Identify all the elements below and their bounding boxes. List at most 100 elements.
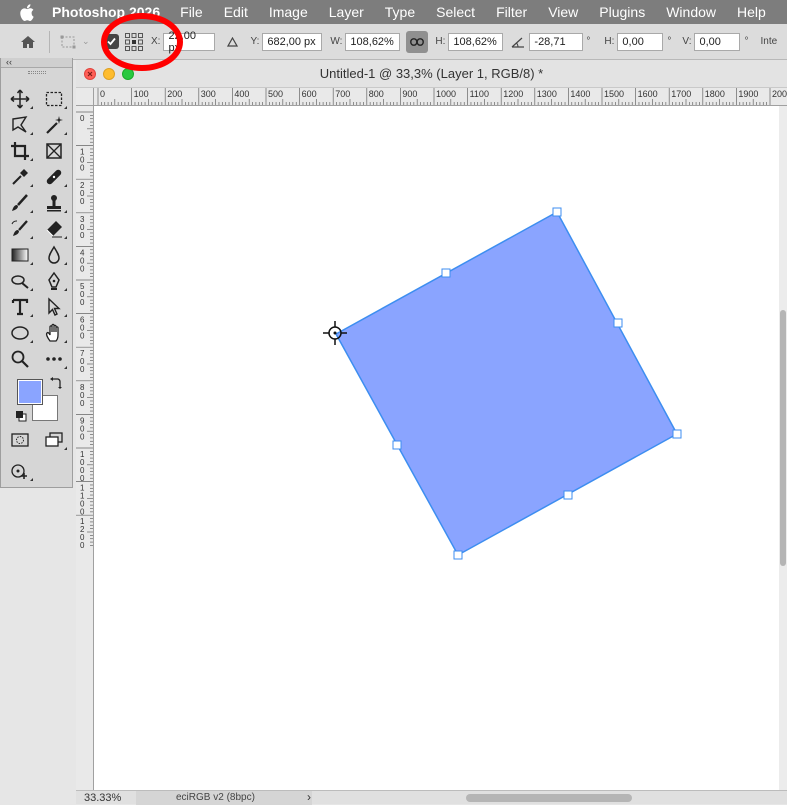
- vertical-scroll-thumb[interactable]: [780, 310, 786, 566]
- menu-help[interactable]: Help: [737, 4, 766, 20]
- chevron-right-icon[interactable]: ›: [307, 790, 311, 804]
- menu-filter[interactable]: Filter: [496, 4, 527, 20]
- horizontal-skew-input[interactable]: 0,00: [617, 32, 664, 51]
- horizontal-scroll-thumb[interactable]: [466, 794, 632, 802]
- crop-tool-icon[interactable]: [7, 139, 33, 163]
- quick-mask-icon[interactable]: [7, 428, 33, 452]
- options-bar: ⌄ X: 22,00 px Y: 682,00 px W: 108,62% H:…: [0, 24, 787, 60]
- reference-point-checkbox[interactable]: [104, 34, 119, 49]
- magic-wand-tool-icon[interactable]: [41, 113, 67, 137]
- switch-colors-icon[interactable]: [49, 376, 63, 390]
- ruler-h-label: 500: [268, 89, 283, 99]
- link-aspect-ratio-icon[interactable]: [406, 30, 429, 53]
- x-label: X:: [151, 36, 161, 47]
- handle-bottom-right-edge[interactable]: [563, 490, 573, 500]
- handle-top-right-edge[interactable]: [613, 318, 623, 328]
- frame-tool-icon[interactable]: [41, 139, 67, 163]
- height-input[interactable]: 108,62%: [448, 32, 504, 51]
- apple-menu-icon[interactable]: [16, 0, 38, 24]
- zoom-level-field[interactable]: 33.33%: [84, 791, 132, 805]
- ruler-h-label: 1100: [470, 89, 489, 99]
- eyedropper-tool-icon[interactable]: [7, 165, 33, 189]
- ruler-h-label: 1300: [537, 89, 557, 99]
- handle-bottom-corner[interactable]: [453, 550, 463, 560]
- vertical-ruler[interactable]: 0 100 200 300 400 500 600 700 800 900 100011001200: [76, 106, 94, 790]
- transformed-layer-shape[interactable]: [334, 210, 679, 557]
- ruler-h-label: 1700: [671, 89, 691, 99]
- delta-relative-icon[interactable]: [227, 36, 241, 47]
- home-icon[interactable]: [17, 31, 39, 53]
- menu-view[interactable]: View: [548, 4, 578, 20]
- document-canvas[interactable]: [94, 106, 779, 790]
- ruler-h-label: 1600: [638, 89, 658, 99]
- hand-tool-icon[interactable]: [41, 321, 67, 345]
- menu-type[interactable]: Type: [385, 4, 415, 20]
- app-name-menu[interactable]: Photoshop 2026: [52, 4, 160, 20]
- eraser-tool-icon[interactable]: [41, 217, 67, 241]
- history-brush-tool-icon[interactable]: [7, 217, 33, 241]
- brush-tool-icon[interactable]: [7, 191, 33, 215]
- rectangular-marquee-tool-icon[interactable]: [41, 87, 67, 111]
- vertical-skew-input[interactable]: 0,00: [694, 32, 741, 51]
- menu-window[interactable]: Window: [666, 4, 716, 20]
- zoom-tool-icon[interactable]: [7, 347, 33, 371]
- default-colors-icon[interactable]: [15, 409, 27, 422]
- edit-toolbar-icon[interactable]: [7, 459, 33, 483]
- color-profile-info[interactable]: eciRGB v2 (8bpc): [136, 791, 312, 805]
- more-tools-icon[interactable]: [41, 347, 67, 371]
- menu-file[interactable]: File: [180, 4, 203, 20]
- panel-grip[interactable]: [1, 68, 72, 76]
- x-position-input[interactable]: 22,00 px: [163, 30, 216, 54]
- ruler-v-label: 1000: [80, 450, 85, 483]
- skew-v-unit-label: °: [744, 36, 749, 47]
- menu-image[interactable]: Image: [269, 4, 308, 20]
- blur-tool-icon[interactable]: [41, 243, 67, 267]
- handle-bottom-left-edge[interactable]: [392, 440, 402, 450]
- document-titlebar[interactable]: Untitled-1 @ 33,3% (Layer 1, RGB/8) *: [76, 60, 787, 88]
- ruler-origin[interactable]: [76, 88, 94, 106]
- screen-mode-icon[interactable]: [41, 428, 67, 452]
- ruler-h-label: 0: [100, 89, 105, 99]
- path-selection-tool-icon[interactable]: [41, 295, 67, 319]
- foreground-color-swatch[interactable]: [17, 379, 43, 405]
- menu-select[interactable]: Select: [436, 4, 475, 20]
- ruler-v-label: 100: [80, 148, 85, 173]
- ruler-h-label: 600: [302, 89, 317, 99]
- clone-stamp-tool-icon[interactable]: [41, 191, 67, 215]
- pen-tool-icon[interactable]: [41, 269, 67, 293]
- reference-point-locator-icon[interactable]: [124, 32, 144, 52]
- menu-edit[interactable]: Edit: [224, 4, 248, 20]
- skew-h-label: H:: [604, 36, 615, 47]
- ruler-h-label: 1200: [503, 89, 523, 99]
- menu-plugins[interactable]: Plugins: [599, 4, 645, 20]
- angle-unit-label: °: [586, 36, 591, 47]
- ruler-v-label: 200: [80, 181, 85, 206]
- ruler-h-label: 1000: [436, 89, 456, 99]
- ruler-h-label: 700: [335, 89, 350, 99]
- spot-healing-brush-tool-icon[interactable]: [41, 165, 67, 189]
- gradient-tool-icon[interactable]: [7, 243, 33, 267]
- y-position-input[interactable]: 682,00 px: [262, 32, 323, 51]
- chevron-down-icon[interactable]: ⌄: [82, 36, 90, 47]
- ruler-v-label: 1100: [80, 484, 85, 517]
- menu-layer[interactable]: Layer: [329, 4, 364, 20]
- handle-top-left-edge[interactable]: [441, 268, 451, 278]
- ruler-v-label: 600: [80, 316, 85, 341]
- ruler-h-label: 900: [402, 89, 417, 99]
- horizontal-ruler[interactable]: 0 100 200 300 400 500 600 700 800 900 1000 1100 1200…: [94, 88, 787, 106]
- handle-top-corner[interactable]: [552, 207, 562, 217]
- ellipse-tool-icon[interactable]: [7, 321, 33, 345]
- collapse-panel-button[interactable]: ‹‹: [1, 58, 72, 68]
- move-tool-icon[interactable]: [7, 87, 33, 111]
- lasso-tool-icon[interactable]: [7, 113, 33, 137]
- width-input[interactable]: 108,62%: [345, 32, 401, 51]
- ruler-v-label: 1200: [80, 517, 85, 550]
- dodge-tool-icon[interactable]: [7, 269, 33, 293]
- type-tool-icon[interactable]: [7, 295, 33, 319]
- vertical-scrollbar[interactable]: [779, 106, 787, 790]
- ruler-h-label: 200: [167, 89, 182, 99]
- rotate-angle-input[interactable]: -28,71: [529, 32, 584, 51]
- handle-right-corner[interactable]: [672, 429, 682, 439]
- h-label: H:: [435, 36, 446, 47]
- transform-tool-preset-icon[interactable]: [58, 31, 80, 53]
